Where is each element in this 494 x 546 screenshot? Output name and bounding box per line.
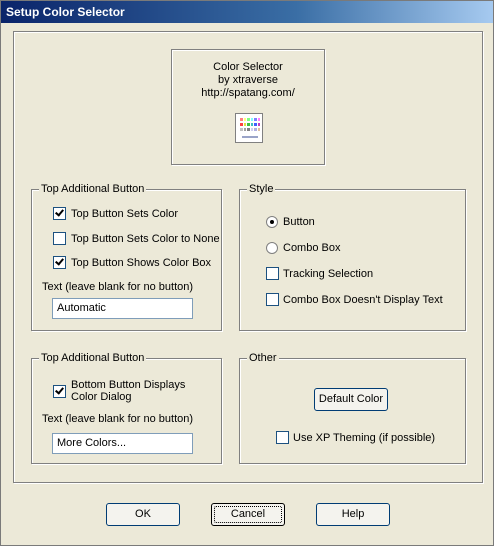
top-additional-button-group: Top Additional Button Top Button Sets Co… xyxy=(31,183,222,331)
tracking-selection-label: Tracking Selection xyxy=(283,268,374,280)
bottom-displays-dialog-label-line1: Bottom Button Displays xyxy=(71,379,186,391)
bottom-additional-button-group: Top Additional Button Bottom Button Disp… xyxy=(31,352,222,464)
combo-style-label: Combo Box xyxy=(283,242,341,254)
xp-theming-checkbox[interactable] xyxy=(276,431,289,444)
bottom-displays-dialog-checkbox[interactable] xyxy=(53,385,66,398)
top-sets-none-label: Top Button Sets Color to None xyxy=(71,233,220,245)
top-text-label: Text (leave blank for no button) xyxy=(42,281,194,293)
group-label: Other xyxy=(247,352,279,364)
ok-button[interactable]: OK xyxy=(106,503,180,526)
cancel-button[interactable]: Cancel xyxy=(211,503,285,526)
default-color-button[interactable]: Default Color xyxy=(314,388,388,411)
group-label: Top Additional Button xyxy=(39,183,147,195)
help-button-label: Help xyxy=(341,508,365,520)
style-group: Style Button Combo Box Tracking Selectio… xyxy=(239,183,466,331)
top-shows-box-checkbox[interactable] xyxy=(53,256,66,269)
tracking-selection-checkbox[interactable] xyxy=(266,267,279,280)
other-group: Other Default Color Use XP Theming (if p… xyxy=(239,352,466,464)
about-app-name: Color Selector xyxy=(213,61,283,73)
bottom-text-label: Text (leave blank for no button) xyxy=(42,413,194,425)
top-shows-box-label: Top Button Shows Color Box xyxy=(71,257,212,269)
top-sets-color-label: Top Button Sets Color xyxy=(71,208,179,220)
bottom-displays-dialog-label-line2: Color Dialog xyxy=(71,391,132,403)
bottom-text-input[interactable]: More Colors... xyxy=(52,433,193,454)
help-button[interactable]: Help xyxy=(316,503,390,526)
window-title: Setup Color Selector xyxy=(6,5,125,19)
top-sets-none-checkbox[interactable] xyxy=(53,232,66,245)
dialog-window: Setup Color Selector Color Selector by x… xyxy=(0,0,494,546)
ok-button-label: OK xyxy=(135,508,151,520)
combo-style-radio[interactable] xyxy=(266,242,278,254)
group-label: Style xyxy=(247,183,276,195)
top-text-input[interactable]: Automatic xyxy=(52,298,193,319)
combo-no-text-checkbox[interactable] xyxy=(266,293,279,306)
group-label: Top Additional Button xyxy=(39,352,147,364)
button-style-radio[interactable] xyxy=(266,216,278,228)
combo-no-text-label: Combo Box Doesn't Display Text xyxy=(283,294,443,306)
xp-theming-label: Use XP Theming (if possible) xyxy=(293,432,436,444)
default-color-button-label: Default Color xyxy=(318,393,384,405)
about-url: http://spatang.com/ xyxy=(201,87,295,99)
button-style-label: Button xyxy=(283,216,315,228)
title-bar[interactable]: Setup Color Selector xyxy=(1,1,493,23)
top-sets-color-checkbox[interactable] xyxy=(53,207,66,220)
about-author: by xtraverse xyxy=(218,74,278,86)
about-box: Color Selector by xtraverse http://spata… xyxy=(171,49,325,165)
color-palette-icon xyxy=(235,113,263,143)
